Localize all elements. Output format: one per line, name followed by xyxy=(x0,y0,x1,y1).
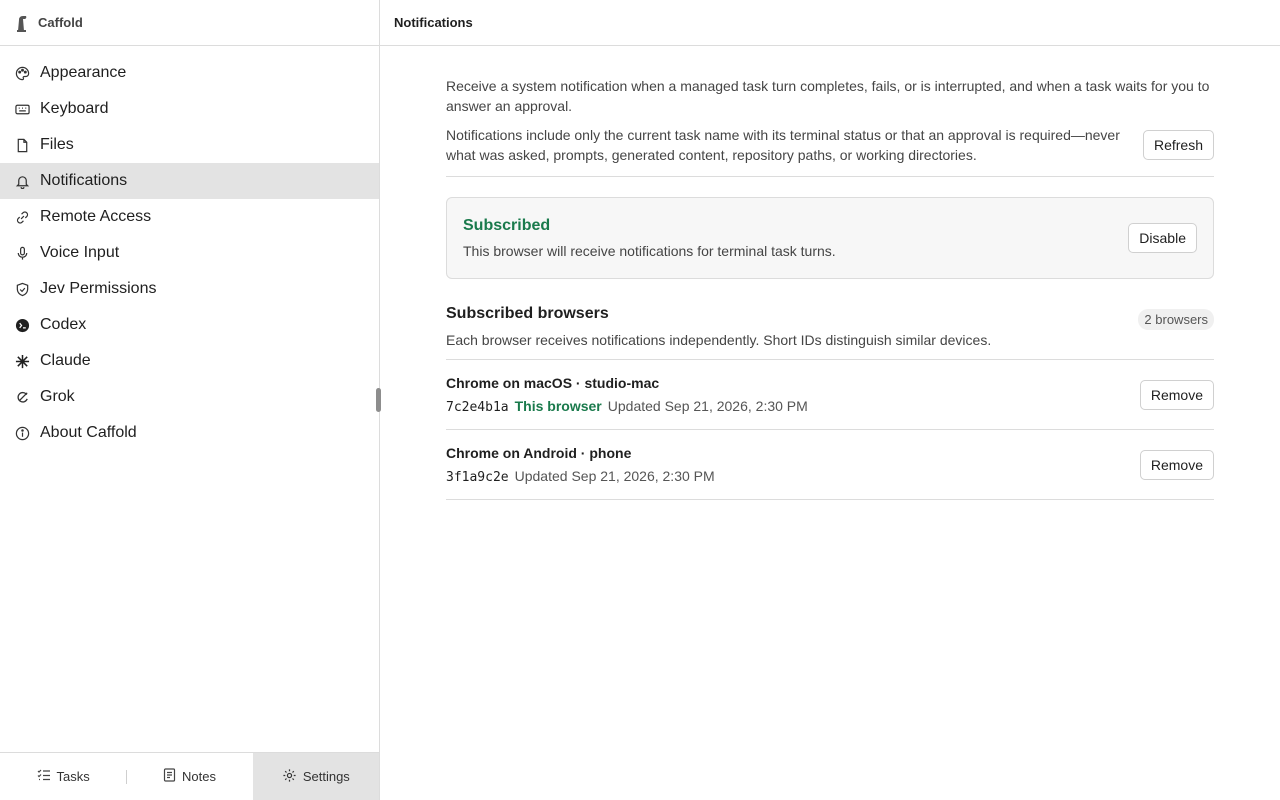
caffold-logo-icon xyxy=(14,14,30,32)
tab-settings[interactable]: Settings xyxy=(252,753,379,800)
tab-label: Tasks xyxy=(56,769,90,784)
subscribed-browsers-header: Subscribed browsers Each browser receive… xyxy=(446,305,1214,360)
sidebar-item-label: Jev Permissions xyxy=(40,280,157,297)
tab-notes[interactable]: Notes xyxy=(126,753,252,800)
sidebar-item-keyboard[interactable]: Keyboard xyxy=(0,91,379,127)
browser-count-badge: 2 browsers xyxy=(1138,309,1214,330)
codex-icon xyxy=(14,317,30,333)
main-panel: Notifications Receive a system notificat… xyxy=(380,0,1280,800)
browser-updated: Updated Sep 21, 2026, 2:30 PM xyxy=(514,467,715,484)
notifications-description: Receive a system notification when a man… xyxy=(446,78,1210,114)
palette-icon xyxy=(14,65,30,81)
tab-divider xyxy=(126,770,127,784)
browser-row-studio-mac: Chrome on macOS · studio-mac 7c2e4b1a Th… xyxy=(446,360,1214,430)
privacy-row: Notifications include only the current t… xyxy=(446,125,1214,177)
sidebar-item-files[interactable]: Files xyxy=(0,127,379,163)
browser-row-phone: Chrome on Android · phone 3f1a9c2e Updat… xyxy=(446,430,1214,500)
browser-meta: 3f1a9c2e Updated Sep 21, 2026, 2:30 PM xyxy=(446,468,715,485)
subscription-status-card: Subscribed This browser will receive not… xyxy=(446,197,1214,279)
sidebar-item-voice-input[interactable]: Voice Input xyxy=(0,235,379,271)
sidebar-item-appearance[interactable]: Appearance xyxy=(0,55,379,91)
tab-label: Notes xyxy=(182,769,216,784)
page-title: Notifications xyxy=(380,0,1280,46)
sidebar-item-label: Keyboard xyxy=(40,100,109,117)
bell-icon xyxy=(14,173,30,189)
notes-icon xyxy=(163,768,176,785)
settings-nav: Appearance Keyboard Files Notifications … xyxy=(0,46,379,451)
info-icon xyxy=(14,425,30,441)
sidebar-item-label: Remote Access xyxy=(40,208,152,225)
this-browser-badge: This browser xyxy=(514,397,602,414)
sidebar-item-notifications[interactable]: Notifications xyxy=(0,163,379,199)
keyboard-icon xyxy=(14,101,30,117)
browser-meta: 7c2e4b1a This browser Updated Sep 21, 20… xyxy=(446,398,808,415)
sidebar-item-about[interactable]: About Caffold xyxy=(0,415,379,451)
refresh-button[interactable]: Refresh xyxy=(1142,130,1214,160)
browser-short-id: 3f1a9c2e xyxy=(446,469,509,485)
file-icon xyxy=(14,137,30,153)
sidebar-item-label: Grok xyxy=(40,388,75,405)
claude-icon xyxy=(14,353,30,369)
microphone-icon xyxy=(14,245,30,261)
sidebar-item-remote-access[interactable]: Remote Access xyxy=(0,199,379,235)
link-icon xyxy=(14,209,30,225)
sidebar-item-jev-permissions[interactable]: Jev Permissions xyxy=(0,271,379,307)
disable-button[interactable]: Disable xyxy=(1128,223,1197,253)
section-title: Subscribed browsers xyxy=(446,305,609,322)
notifications-settings: Receive a system notification when a man… xyxy=(446,76,1214,500)
sidebar-item-label: Codex xyxy=(40,316,87,333)
sidebar-item-codex[interactable]: Codex xyxy=(0,307,379,343)
sidebar-item-label: Notifications xyxy=(40,172,128,189)
sidebar: Caffold Appearance Keyboard Files Notifi… xyxy=(0,0,380,800)
remove-button[interactable]: Remove xyxy=(1139,379,1214,410)
sidebar-item-label: Appearance xyxy=(40,64,127,81)
shield-icon xyxy=(14,281,30,297)
status-description: This browser will receive notifications … xyxy=(463,243,836,259)
gear-icon xyxy=(282,768,297,786)
section-description: Each browser receives notifications inde… xyxy=(446,332,992,348)
app-name: Caffold xyxy=(38,15,83,30)
browser-updated: Updated Sep 21, 2026, 2:30 PM xyxy=(607,397,808,414)
sidebar-item-label: Files xyxy=(40,136,74,153)
browser-short-id: 7c2e4b1a xyxy=(446,399,509,415)
tasks-icon xyxy=(37,769,51,784)
remove-button[interactable]: Remove xyxy=(1139,449,1214,480)
tab-label: Settings xyxy=(302,769,350,784)
app-brand: Caffold xyxy=(0,0,379,46)
grok-icon xyxy=(14,389,30,405)
bottom-tab-bar: Tasks Notes Settings xyxy=(0,752,379,800)
sidebar-item-label: Claude xyxy=(40,352,91,369)
privacy-description: Notifications include only the current t… xyxy=(446,127,1120,163)
sidebar-item-label: About Caffold xyxy=(40,424,137,441)
tab-tasks[interactable]: Tasks xyxy=(0,753,126,800)
sidebar-item-label: Voice Input xyxy=(40,244,120,261)
sidebar-item-grok[interactable]: Grok xyxy=(0,379,379,415)
status-title: Subscribed xyxy=(463,217,551,234)
browser-name: Chrome on macOS · studio-mac xyxy=(446,374,660,391)
browser-name: Chrome on Android · phone xyxy=(446,444,632,461)
sidebar-item-claude[interactable]: Claude xyxy=(0,343,379,379)
